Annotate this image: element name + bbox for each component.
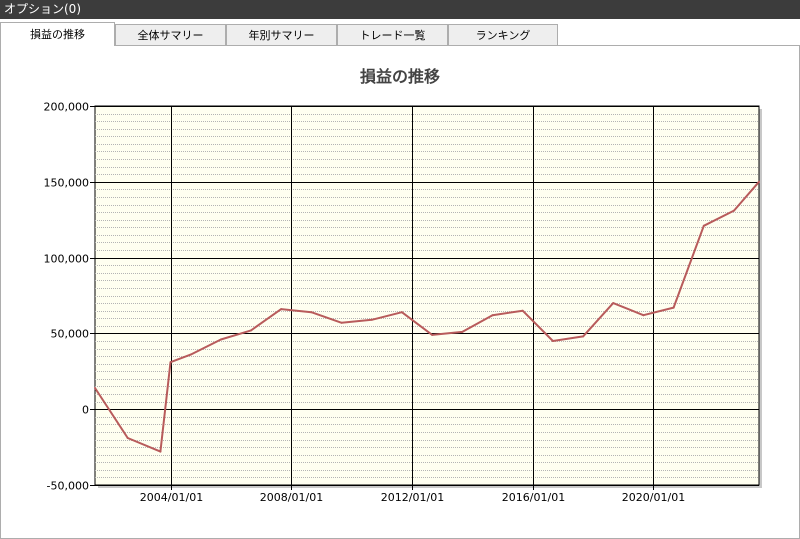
data-point xyxy=(159,450,162,453)
x-tick-label: 2020/01/01 xyxy=(622,491,685,504)
data-point xyxy=(169,361,172,364)
plot-area xyxy=(94,105,760,486)
y-tick-label: 200,000 xyxy=(44,101,90,114)
y-tick-label: 150,000 xyxy=(44,177,90,190)
x-tick-label: 2016/01/01 xyxy=(502,491,565,504)
y-tick-label: 100,000 xyxy=(44,253,90,266)
y-tick-label: 0 xyxy=(82,404,89,417)
data-point xyxy=(612,302,615,305)
data-point xyxy=(340,321,343,324)
y-tick-label: -50,000 xyxy=(47,480,89,493)
data-point xyxy=(94,387,96,389)
data-point xyxy=(126,437,129,439)
data-point xyxy=(189,353,192,356)
data-point xyxy=(461,330,464,333)
data-point xyxy=(370,318,373,321)
x-axis-tick-labels: 2004/01/01 2008/01/01 2012/01/01 2016/01/01… xyxy=(140,491,685,504)
data-point xyxy=(491,314,494,317)
x-tick-label: 2008/01/01 xyxy=(260,491,323,504)
data-point xyxy=(551,340,554,342)
y-axis-tick-labels: -50,000 0 50,000 100,000 150,000 200,000 xyxy=(44,101,90,493)
profit-chart: -50,000 0 50,000 100,000 150,000 200,000 2004… xyxy=(44,101,762,504)
data-point xyxy=(672,306,675,309)
x-tick-label: 2004/01/01 xyxy=(140,491,203,504)
data-point xyxy=(310,311,313,314)
data-point xyxy=(642,314,645,317)
data-point xyxy=(280,308,283,311)
data-point xyxy=(758,180,760,183)
data-point xyxy=(733,209,735,212)
y-tick-label: 50,000 xyxy=(51,328,90,341)
tab-profit-trend[interactable]: 損益の推移 xyxy=(0,22,115,46)
data-point xyxy=(250,329,252,332)
data-point xyxy=(582,335,585,338)
data-point xyxy=(702,224,705,227)
data-point xyxy=(431,333,434,336)
x-tick-label: 2012/01/01 xyxy=(381,491,444,504)
data-point xyxy=(400,311,403,314)
data-point xyxy=(219,338,222,341)
data-point xyxy=(521,309,524,312)
